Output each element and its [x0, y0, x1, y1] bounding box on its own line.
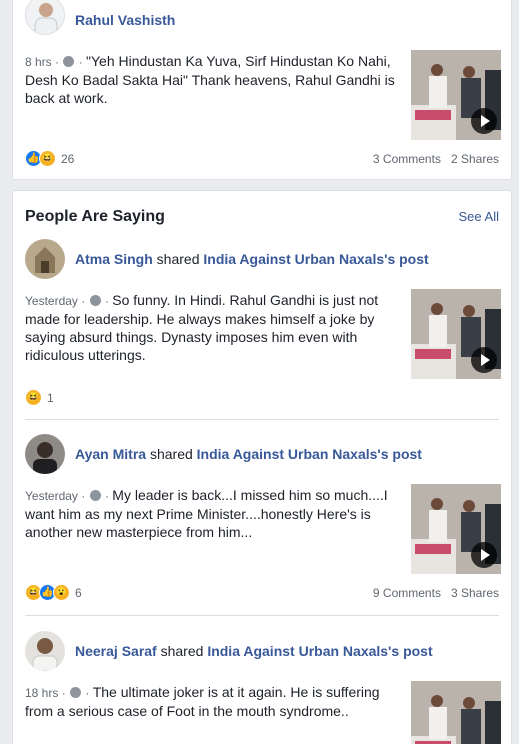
avatar[interactable] — [25, 0, 65, 35]
post-text: 8 hrs · · "Yeh Hindustan Ka Yuva, Sirf H… — [25, 53, 395, 106]
globe-icon — [89, 490, 101, 501]
globe-icon — [63, 56, 75, 67]
wow-reaction-icon: 😮 — [53, 584, 70, 601]
post-text: 18 hrs · · The ultimate joker is at it a… — [25, 684, 380, 719]
reaction-count: 1 — [47, 390, 54, 405]
post-stats: 9 Comments 3 Shares — [373, 586, 499, 600]
video-thumbnail[interactable] — [411, 681, 501, 744]
author-name-link[interactable]: Rahul Vashisth — [75, 12, 175, 28]
reaction-count: 26 — [61, 151, 75, 166]
globe-icon — [89, 295, 101, 306]
temple-avatar-icon — [25, 239, 65, 279]
reaction-count: 6 — [75, 585, 82, 600]
people-are-saying-card: People Are Saying See All Atma Singh sha… — [12, 190, 512, 744]
comments-link[interactable]: 3 Comments — [373, 152, 441, 166]
video-thumbnail[interactable] — [411, 289, 501, 379]
divider — [25, 615, 499, 616]
haha-reaction-icon: 😆 — [39, 150, 56, 167]
rally-image-icon — [411, 681, 501, 744]
video-thumbnail[interactable] — [411, 50, 501, 140]
post-text: Yesterday · · So funny. In Hindi. Rahul … — [25, 292, 379, 363]
play-icon[interactable] — [471, 347, 497, 373]
avatar[interactable] — [25, 631, 65, 671]
top-post-card: Rahul Vashisth 8 hrs · · "Yeh Hindustan … — [12, 0, 512, 180]
shared-page-link[interactable]: India Against Urban Naxals's post — [197, 446, 422, 462]
person-avatar-icon — [25, 631, 65, 671]
author-name-link[interactable]: Neeraj Saraf — [75, 643, 157, 659]
section-title: People Are Saying — [25, 208, 165, 225]
video-thumbnail[interactable] — [411, 484, 501, 574]
person-avatar-icon — [25, 434, 65, 474]
play-icon[interactable] — [471, 108, 497, 134]
post-time[interactable]: 8 hrs — [25, 55, 52, 69]
author-name-link[interactable]: Ayan Mitra — [75, 446, 146, 462]
play-icon[interactable] — [471, 542, 497, 568]
comments-link[interactable]: 9 Comments — [373, 586, 441, 600]
author-name-link[interactable]: Atma Singh — [75, 251, 153, 267]
haha-reaction-icon: 😆 — [25, 389, 42, 406]
shared-page-link[interactable]: India Against Urban Naxals's post — [207, 643, 432, 659]
globe-icon — [70, 687, 82, 698]
post-text: Yesterday · · My leader is back...I miss… — [25, 487, 388, 540]
shares-link[interactable]: 2 Shares — [451, 152, 499, 166]
shared-page-link[interactable]: India Against Urban Naxals's post — [203, 251, 428, 267]
divider — [25, 419, 499, 420]
avatar[interactable] — [25, 239, 65, 279]
reaction-summary[interactable]: 👍 😆 26 — [25, 150, 74, 167]
reaction-summary[interactable]: 😆 👍 😮 6 — [25, 584, 82, 601]
post-time[interactable]: 18 hrs — [25, 686, 58, 700]
post-time[interactable]: Yesterday — [25, 294, 78, 308]
avatar[interactable] — [25, 434, 65, 474]
see-all-link[interactable]: See All — [459, 209, 499, 224]
person-avatar-icon — [34, 3, 58, 34]
post-stats: 3 Comments 2 Shares — [373, 152, 499, 166]
reaction-summary[interactable]: 😆 1 — [25, 389, 54, 406]
post-time[interactable]: Yesterday — [25, 489, 78, 503]
shares-link[interactable]: 3 Shares — [451, 586, 499, 600]
